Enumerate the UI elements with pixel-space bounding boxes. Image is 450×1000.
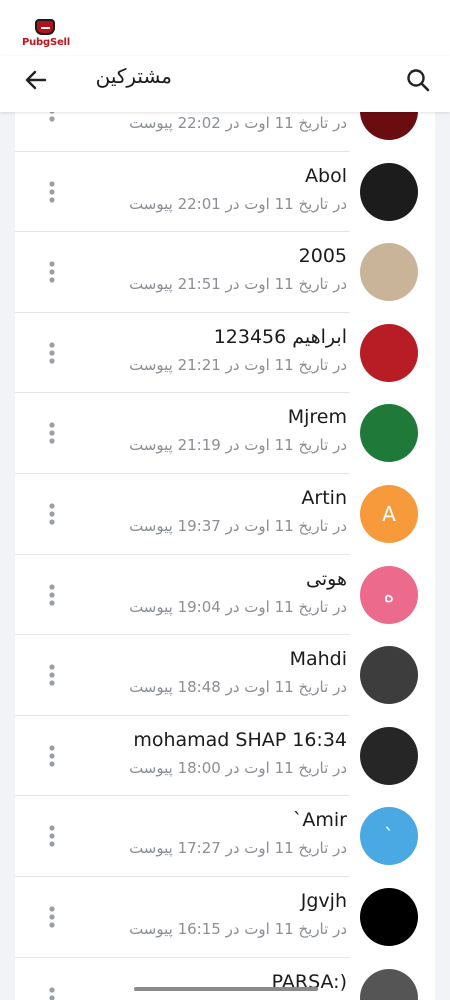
gesture-nav-handle[interactable]: [134, 987, 318, 991]
subscriber-name: Abol: [305, 164, 347, 187]
more-vertical-icon[interactable]: [43, 112, 61, 125]
subscriber-name: mohamad SHAP 16:34: [133, 728, 347, 751]
subscriber-row[interactable]: Mahdi در تاریخ 11 اوت در 18:48 پیوست: [15, 635, 435, 716]
subscriber-name: `Amir: [292, 809, 347, 832]
page-title: مشترکین: [95, 64, 172, 88]
avatar[interactable]: ه: [360, 565, 418, 624]
more-vertical-icon[interactable]: [43, 822, 61, 850]
subscriber-row[interactable]: mohamad SHAP 16:34 در تاریخ 11 اوت در 18…: [15, 716, 435, 797]
avatar[interactable]: [360, 243, 418, 302]
more-vertical-icon[interactable]: [43, 500, 61, 528]
subscriber-row[interactable]: ` `Amir در تاریخ 11 اوت در 17:27 پیوست: [15, 796, 435, 877]
join-date: در تاریخ 11 اوت در 19:04 پیوست: [129, 597, 347, 616]
avatar[interactable]: [360, 323, 418, 382]
subscriber-name: ابراهیم 123456: [213, 325, 347, 348]
more-vertical-icon[interactable]: [43, 984, 61, 1000]
subscribers-list-inner: در تاریخ 11 اوت در 22:02 پیوست Abol در ت…: [15, 112, 435, 1000]
avatar[interactable]: [360, 726, 418, 785]
subscriber-row[interactable]: PARSA:): [15, 958, 435, 1000]
more-vertical-icon[interactable]: [43, 581, 61, 609]
subscriber-name: Mahdi: [289, 648, 347, 671]
logo-text: PubgSell: [22, 37, 71, 48]
avatar[interactable]: [360, 646, 418, 705]
more-vertical-icon[interactable]: [43, 661, 61, 689]
logo-badge-icon: [35, 19, 55, 35]
avatar-letter: A: [382, 501, 396, 526]
avatar[interactable]: [360, 887, 418, 946]
avatar-letter: ه: [383, 582, 395, 607]
pubgsell-logo: PubgSell: [22, 19, 71, 51]
screen: PubgSell مشترکین در تاریخ 11 اوت در 22:0…: [0, 0, 450, 1000]
subscriber-name: Mjrem: [287, 406, 347, 429]
subscriber-row[interactable]: در تاریخ 11 اوت در 22:02 پیوست: [15, 112, 435, 152]
join-date: در تاریخ 11 اوت در 21:19 پیوست: [129, 436, 347, 455]
subscriber-name: هوتی: [306, 567, 347, 590]
subscriber-row[interactable]: ابراهیم 123456 در تاریخ 11 اوت در 21:21 …: [15, 313, 435, 394]
avatar[interactable]: [360, 404, 418, 463]
avatar[interactable]: `: [360, 807, 418, 866]
subscriber-row[interactable]: Abol در تاریخ 11 اوت در 22:01 پیوست: [15, 152, 435, 233]
more-vertical-icon[interactable]: [43, 339, 61, 367]
join-date: در تاریخ 11 اوت در 17:27 پیوست: [129, 839, 347, 858]
avatar-letter: `: [384, 824, 394, 849]
join-date: در تاریخ 11 اوت در 18:48 پیوست: [129, 678, 347, 697]
status-bar: PubgSell: [0, 0, 450, 56]
avatar[interactable]: [360, 162, 418, 221]
join-date: در تاریخ 11 اوت در 21:51 پیوست: [129, 275, 347, 294]
join-date: در تاریخ 11 اوت در 16:15 پیوست: [129, 919, 347, 938]
subscriber-row[interactable]: Mjrem در تاریخ 11 اوت در 21:19 پیوست: [15, 393, 435, 474]
avatar[interactable]: [360, 968, 418, 1000]
subscriber-row[interactable]: Jgvjh در تاریخ 11 اوت در 16:15 پیوست: [15, 877, 435, 958]
join-date: در تاریخ 11 اوت در 18:00 پیوست: [129, 758, 347, 777]
join-date: در تاریخ 11 اوت در 22:02 پیوست: [129, 114, 347, 132]
join-date: در تاریخ 11 اوت در 21:21 پیوست: [129, 355, 347, 374]
subscriber-name: Artin: [301, 486, 347, 509]
app-header: مشترکین: [0, 56, 450, 112]
more-vertical-icon[interactable]: [43, 419, 61, 447]
subscriber-name: Jgvjh: [300, 889, 347, 912]
more-vertical-icon[interactable]: [43, 742, 61, 770]
subscriber-row[interactable]: A Artin در تاریخ 11 اوت در 19:37 پیوست: [15, 474, 435, 555]
avatar[interactable]: A: [360, 484, 418, 543]
more-vertical-icon[interactable]: [43, 903, 61, 931]
back-arrow-icon[interactable]: [20, 64, 52, 96]
join-date: در تاریخ 11 اوت در 19:37 پیوست: [129, 516, 347, 535]
subscriber-row[interactable]: 2005 در تاریخ 11 اوت در 21:51 پیوست: [15, 232, 435, 313]
avatar[interactable]: [360, 112, 418, 140]
more-vertical-icon[interactable]: [43, 178, 61, 206]
join-date: در تاریخ 11 اوت در 22:01 پیوست: [129, 194, 347, 213]
more-vertical-icon[interactable]: [43, 258, 61, 286]
subscriber-row[interactable]: ه هوتی در تاریخ 11 اوت در 19:04 پیوست: [15, 555, 435, 636]
subscribers-list[interactable]: در تاریخ 11 اوت در 22:02 پیوست Abol در ت…: [15, 112, 435, 1000]
search-icon[interactable]: [402, 64, 434, 96]
subscriber-name: 2005: [298, 245, 347, 268]
